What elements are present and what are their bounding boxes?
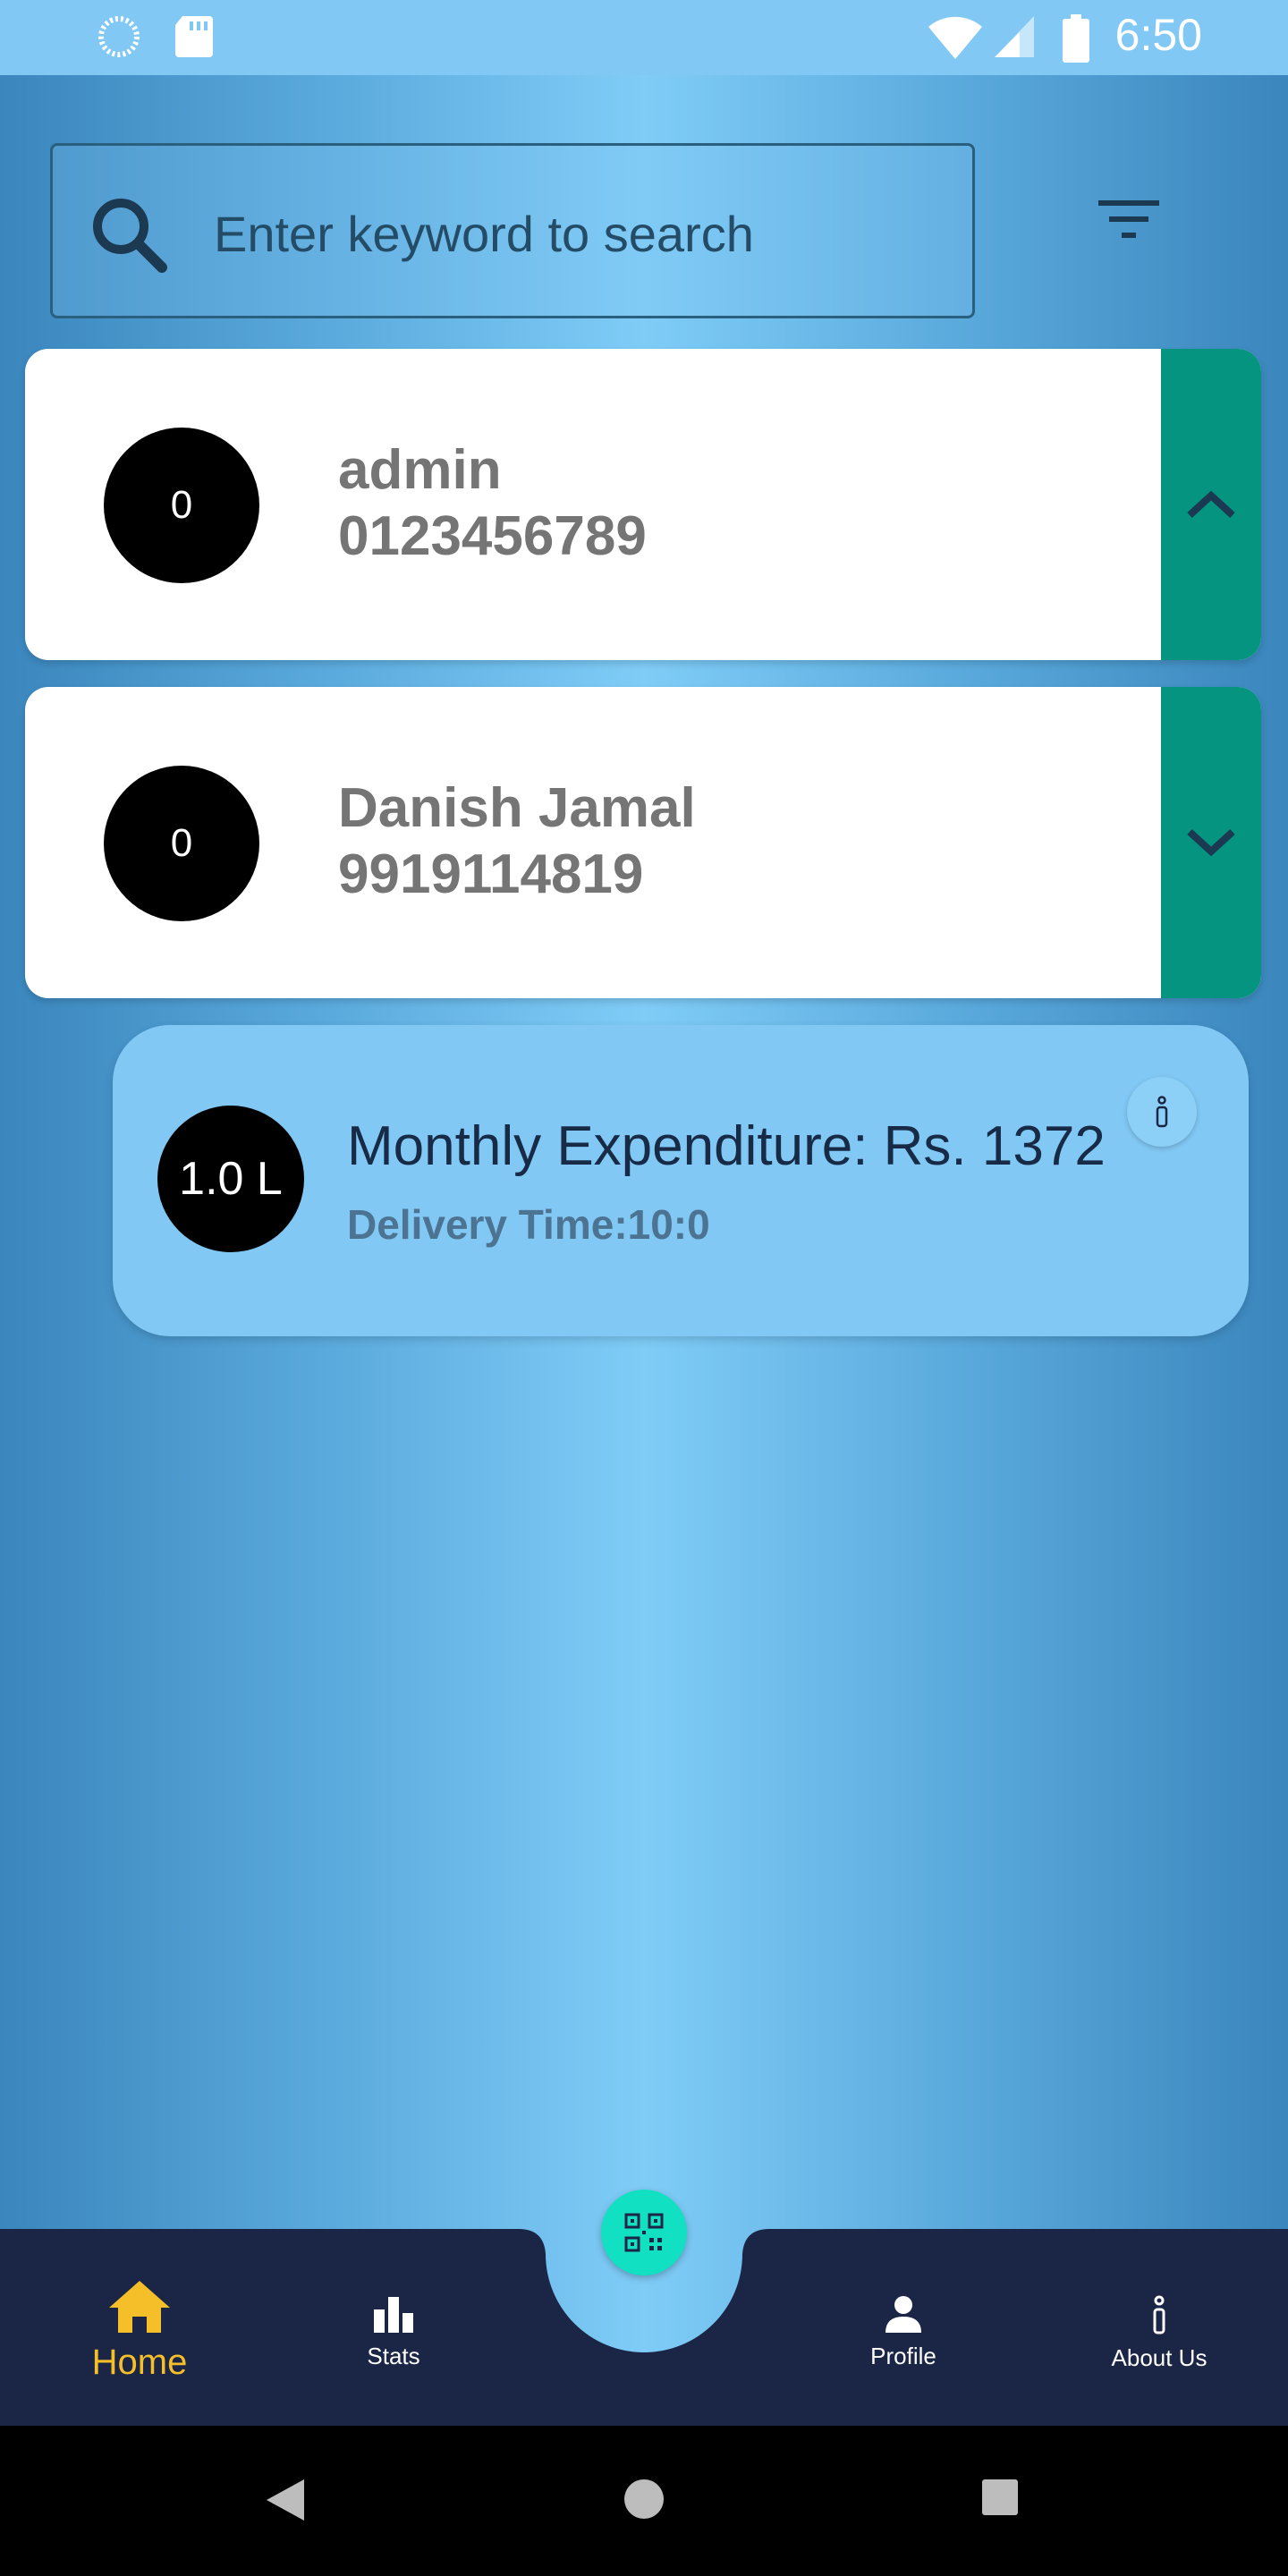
- signal-icon: [995, 16, 1034, 57]
- chevron-down-icon: [1187, 829, 1235, 857]
- nav-home-label: Home: [91, 2343, 188, 2382]
- chevron-up-icon: [1187, 490, 1235, 518]
- back-icon[interactable]: [265, 2478, 306, 2522]
- search-icon: [93, 199, 167, 273]
- scan-qr-button[interactable]: [601, 2190, 687, 2275]
- monthly-expenditure: Monthly Expenditure: Rs. 1372: [347, 1115, 1106, 1177]
- qr-code-icon: [624, 2213, 664, 2252]
- info-icon: [1153, 2295, 1165, 2334]
- subscription-detail: 1.0 L Monthly Expenditure: Rs. 1372 Deli…: [113, 1025, 1249, 1336]
- status-time: 6:50: [1114, 10, 1202, 60]
- nav-about[interactable]: About Us: [1052, 2295, 1267, 2372]
- customer-name: Danish Jamal: [338, 777, 696, 839]
- sd-card-icon: [175, 16, 213, 57]
- expand-button[interactable]: [1161, 687, 1261, 998]
- delivery-time: Delivery Time:10:0: [347, 1201, 710, 1248]
- search-input[interactable]: Enter keyword to search: [50, 143, 975, 318]
- nav-stats-label: Stats: [367, 2343, 420, 2369]
- nav-profile-label: Profile: [870, 2343, 936, 2369]
- profile-icon: [886, 2296, 921, 2333]
- avatar: 0: [104, 428, 259, 583]
- info-button[interactable]: [1127, 1077, 1197, 1147]
- customer-card[interactable]: 0 admin 0123456789: [25, 349, 1261, 660]
- avatar: 0: [104, 766, 259, 921]
- battery-icon: [1063, 14, 1089, 63]
- nav-about-label: About Us: [1111, 2344, 1208, 2371]
- search-placeholder: Enter keyword to search: [214, 206, 754, 262]
- home-icon: [109, 2281, 170, 2333]
- recents-icon[interactable]: [980, 2478, 1020, 2517]
- loading-icon: [98, 16, 140, 57]
- customer-phone: 0123456789: [338, 505, 647, 567]
- customer-name: admin: [338, 439, 502, 501]
- status-bar: 6:50: [0, 0, 1288, 75]
- nav-stats[interactable]: Stats: [286, 2295, 501, 2370]
- collapse-button[interactable]: [1161, 349, 1261, 660]
- quantity-badge: 1.0 L: [157, 1106, 304, 1252]
- nav-home[interactable]: Home: [32, 2279, 247, 2383]
- filter-icon[interactable]: [1097, 199, 1161, 242]
- stats-icon: [374, 2297, 413, 2333]
- customer-phone: 9919114819: [338, 843, 644, 905]
- system-nav-bar: [0, 2426, 1288, 2576]
- info-icon: [1156, 1096, 1168, 1128]
- nav-profile[interactable]: Profile: [796, 2295, 1011, 2370]
- home-circle-icon[interactable]: [623, 2478, 665, 2521]
- customer-card[interactable]: 0 Danish Jamal 9919114819: [25, 687, 1261, 998]
- wifi-icon: [928, 16, 982, 59]
